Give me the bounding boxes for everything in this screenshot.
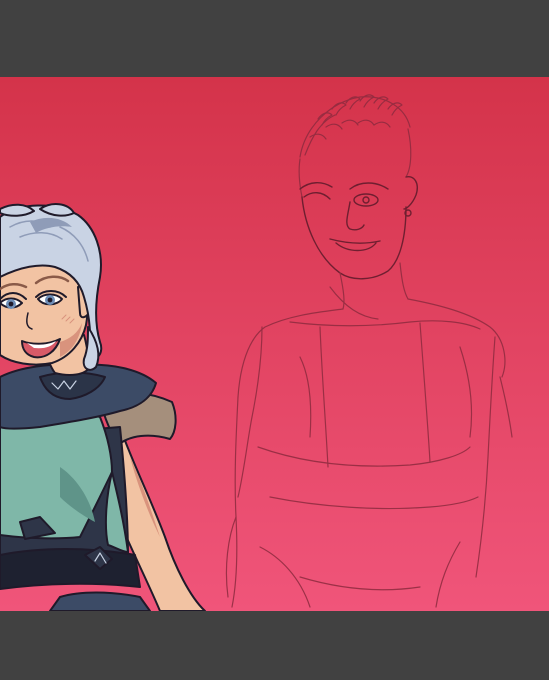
app-window (0, 0, 549, 680)
bottom-letterbox-bar (0, 611, 549, 680)
character-belt-buckle (49, 591, 151, 611)
character-belt (0, 548, 141, 590)
artwork-canvas (0, 77, 549, 611)
top-letterbox-bar (0, 0, 549, 77)
illustration (0, 77, 549, 611)
